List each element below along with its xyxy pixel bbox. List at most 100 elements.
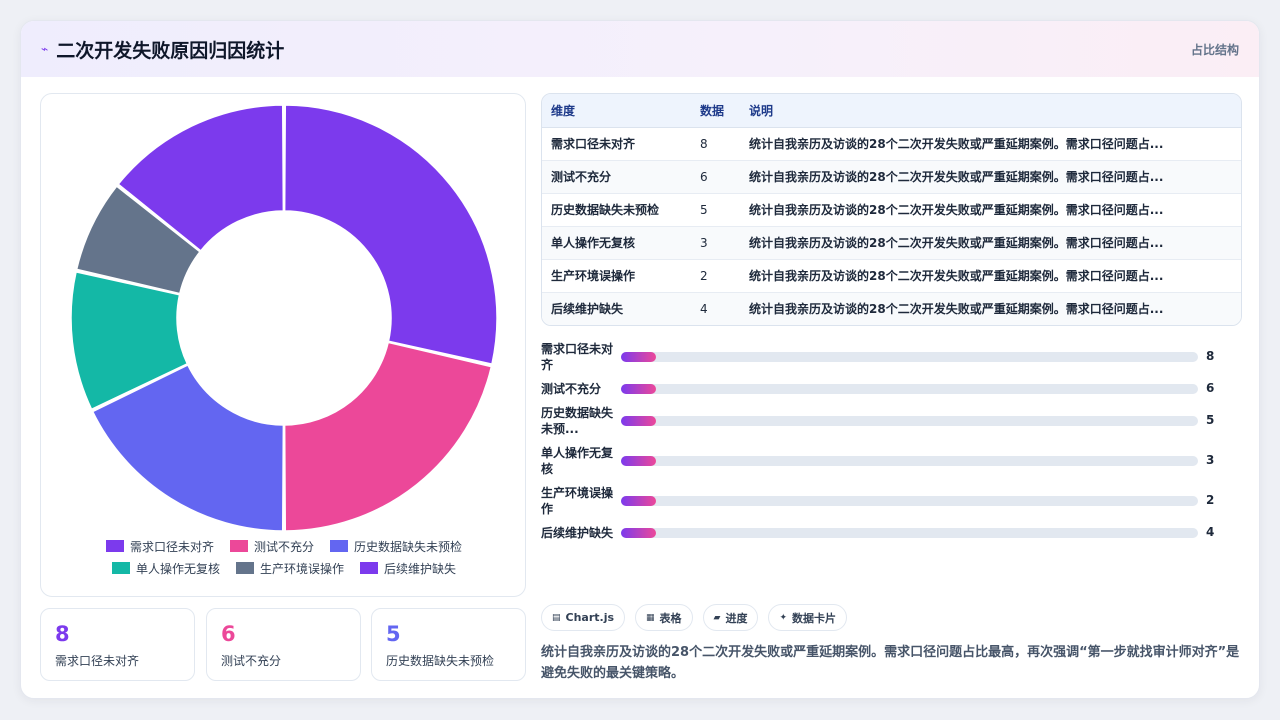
legend-item[interactable]: 测试不充分 — [229, 538, 314, 554]
legend-swatch — [229, 540, 248, 552]
legend-label: 测试不充分 — [253, 539, 314, 554]
legend-swatch — [105, 540, 124, 552]
bar-label: 测试不充分 — [541, 382, 602, 396]
table-cell: 历史数据缺失未预检 — [542, 193, 691, 227]
table-cell: 统计自我亲历及访谈的28个二次开发失败或严重延期案例。需求口径问题占... — [740, 127, 1241, 161]
table-cell: 4 — [691, 292, 740, 325]
bar-fill — [621, 456, 656, 466]
bar-track — [621, 528, 1198, 538]
tag-label: 数据卡片 — [792, 611, 837, 625]
bar-row: 单人操作无复核 3 — [541, 445, 1242, 477]
data-table: 维度 数据 说明 需求口径未对齐 8 统计自我亲历及访谈的28个二次开发失败或严重延… — [541, 93, 1242, 326]
header: ⌁ 二次开发失败原因归因统计 占比结构 — [21, 21, 1259, 77]
table-row: 测试不充分 6 统计自我亲历及访谈的28个二次开发失败或严重延期案例。需求口径问题占… — [542, 160, 1241, 194]
progress-icon: ▰ — [713, 612, 721, 623]
header-subtitle: 占比结构 — [1190, 42, 1239, 57]
table-cell: 统计自我亲历及访谈的28个二次开发失败或严重延期案例。需求口径问题占... — [740, 292, 1241, 325]
kpi-value: 5 — [386, 622, 401, 646]
table-cell: 3 — [691, 226, 740, 260]
table-cell: 统计自我亲历及访谈的28个二次开发失败或严重延期案例。需求口径问题占... — [740, 259, 1241, 293]
bar-track — [621, 456, 1198, 466]
bar-value: 4 — [1206, 525, 1215, 539]
bar-value: 2 — [1206, 493, 1215, 507]
bar-track — [621, 384, 1198, 394]
legend-label: 单人操作无复核 — [135, 561, 220, 576]
bar-label: 单人操作无复核 — [541, 446, 614, 476]
table-cell: 6 — [691, 160, 740, 194]
bar-fill — [621, 384, 656, 394]
table-cell: 2 — [691, 259, 740, 293]
bar-fill — [621, 416, 656, 426]
dashboard-card: ⌁ 二次开发失败原因归因统计 占比结构 需求口径未对齐 测试不充分 历史数据缺失未预… — [20, 20, 1260, 699]
table-row: 单人操作无复核 3 统计自我亲历及访谈的28个二次开发失败或严重延期案例。需求口径问… — [542, 226, 1241, 260]
table-cell: 需求口径未对齐 — [542, 127, 691, 161]
kpi-value: 6 — [221, 622, 236, 646]
bar-fill — [621, 528, 656, 538]
table-row: 后续维护缺失 4 统计自我亲历及访谈的28个二次开发失败或严重延期案例。需求口径问题… — [542, 292, 1241, 325]
page-title: 二次开发失败原因归因统计 — [56, 39, 285, 62]
footnote: 统计自我亲历及访谈的28个二次开发失败或严重延期案例。需求口径问题占比最高，再次… — [541, 645, 1240, 681]
kpi-card-3: 5 历史数据缺失未预检 — [371, 608, 526, 681]
table-cell: 统计自我亲历及访谈的28个二次开发失败或严重延期案例。需求口径问题占... — [740, 193, 1241, 227]
bar-value: 6 — [1206, 381, 1215, 395]
bar-label: 需求口径未对齐 — [541, 342, 614, 372]
table-cell: 统计自我亲历及访谈的28个二次开发失败或严重延期案例。需求口径问题占... — [740, 226, 1241, 260]
donut-slice-1[interactable] — [283, 104, 498, 366]
legend-item[interactable]: 后续维护缺失 — [360, 560, 456, 576]
legend-label: 历史数据缺失未预检 — [354, 539, 463, 554]
table-cell: 8 — [691, 127, 740, 161]
bar-value: 5 — [1206, 413, 1215, 427]
legend-swatch — [111, 562, 130, 574]
bar-value: 8 — [1206, 349, 1215, 363]
tag-progress[interactable]: ▰ 进度 — [702, 604, 759, 631]
bar-label: 后续维护缺失 — [541, 526, 614, 540]
legend-label: 后续维护缺失 — [384, 561, 457, 576]
bar-row: 后续维护缺失 4 — [541, 517, 1242, 549]
table-cell: 测试不充分 — [542, 160, 691, 194]
bar-label: 生产环境误操作 — [541, 486, 614, 516]
bar-row: 测试不充分 6 — [541, 373, 1242, 405]
table-cell: 生产环境误操作 — [542, 259, 691, 293]
table-header-cell: 维度 — [542, 94, 691, 128]
sparkle-icon: ✦ — [779, 612, 788, 623]
table-cell: 单人操作无复核 — [542, 226, 691, 260]
legend-label: 生产环境误操作 — [259, 561, 344, 576]
kpi-card-2: 6 测试不充分 — [206, 608, 361, 681]
legend-item[interactable]: 需求口径未对齐 — [105, 538, 214, 554]
kpi-label: 测试不充分 — [221, 654, 282, 668]
bar-track — [621, 416, 1198, 426]
tag-sparkle[interactable]: ✦ 数据卡片 — [768, 604, 848, 631]
chart-legend: 需求口径未对齐 测试不充分 历史数据缺失未预检单人操作无复核 生产环境误操作 后续维护缺… — [41, 538, 527, 576]
tag-chart[interactable]: ▤ Chart.js — [541, 604, 626, 631]
tag-label: Chart.js — [565, 611, 615, 624]
bar-row: 需求口径未对齐 8 — [541, 341, 1242, 373]
table-header-cell: 数据 — [691, 94, 740, 128]
legend-swatch — [330, 540, 348, 552]
bar-track — [621, 352, 1198, 362]
table-cell: 统计自我亲历及访谈的28个二次开发失败或严重延期案例。需求口径问题占... — [740, 160, 1241, 194]
tag-label: 进度 — [725, 611, 748, 625]
kpi-label: 历史数据缺失未预检 — [386, 654, 495, 668]
table-header-row: 维度 数据 说明 — [542, 94, 1241, 128]
legend-swatch — [360, 562, 378, 574]
bar-fill — [621, 352, 656, 362]
table-row: 生产环境误操作 2 统计自我亲历及访谈的28个二次开发失败或严重延期案例。需求口径问… — [542, 259, 1241, 293]
bar-label: 历史数据缺失未预... — [541, 406, 614, 436]
tag-table[interactable]: ▦ 表格 — [635, 604, 693, 631]
lightning-icon: ⌁ — [41, 42, 49, 56]
bar-track — [621, 496, 1198, 506]
kpi-value: 8 — [55, 622, 70, 646]
donut-slice-2[interactable] — [283, 341, 493, 532]
tag-label: 表格 — [659, 611, 682, 625]
table-row: 历史数据缺失未预检 5 统计自我亲历及访谈的28个二次开发失败或严重延期案例。需求口… — [542, 193, 1241, 227]
bar-fill — [621, 496, 656, 506]
kpi-card-1: 8 需求口径未对齐 — [40, 608, 195, 681]
legend-item[interactable]: 历史数据缺失未预检 — [330, 538, 462, 554]
donut-chart-panel: 需求口径未对齐 测试不充分 历史数据缺失未预检单人操作无复核 生产环境误操作 后续维护缺… — [40, 93, 526, 597]
kpi-label: 需求口径未对齐 — [55, 654, 140, 668]
legend-swatch — [235, 562, 254, 574]
chart-icon: ▤ — [552, 612, 561, 623]
legend-item[interactable]: 单人操作无复核 — [111, 560, 220, 576]
legend-label: 需求口径未对齐 — [129, 539, 214, 554]
legend-item[interactable]: 生产环境误操作 — [235, 560, 344, 576]
